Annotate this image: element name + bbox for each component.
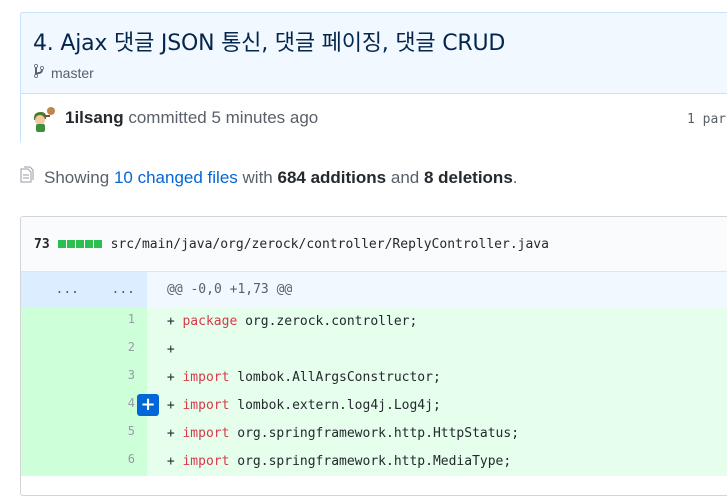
new-line-number[interactable]: 1 — [85, 308, 147, 336]
hunk-header-row: ... ... @@ -0,0 +1,73 @@ — [21, 272, 727, 308]
code-line: + import lombok.AllArgsConstructor; — [159, 370, 441, 385]
branch-link[interactable]: master — [51, 65, 94, 81]
expand-right[interactable]: ... — [85, 272, 147, 308]
author-link[interactable]: 1ilsang — [65, 108, 124, 127]
commit-title: 4. Ajax 댓글 JSON 통신, 댓글 페이징, 댓글 CRUD — [33, 31, 506, 56]
avatar[interactable] — [31, 106, 57, 132]
add-comment-button[interactable]: + — [137, 394, 159, 416]
diffstat-blocks — [57, 237, 103, 252]
hunk-header: @@ -0,0 +1,73 @@ — [167, 282, 293, 297]
old-line-number — [21, 392, 85, 420]
commit-time: committed 5 minutes ago — [128, 108, 319, 127]
new-line-number[interactable]: 6 — [85, 448, 147, 476]
diff-line: 6 + import org.springframework.http.Medi… — [21, 448, 727, 476]
deletions-count: 8 deletions — [423, 167, 513, 187]
commit-meta: 1ilsang committed 5 minutes ago 1 parent — [21, 93, 727, 146]
diff-summary: Showing 10 changed files with 684 additi… — [20, 166, 518, 189]
parent-info: 1 parent — [687, 112, 727, 127]
additions-count: 684 additions — [277, 167, 387, 187]
changed-files-link[interactable]: 10 changed files — [114, 168, 238, 187]
new-line-number[interactable]: 5 — [85, 420, 147, 448]
diff-line: 3 + import lombok.AllArgsConstructor; — [21, 364, 727, 392]
old-line-number — [21, 308, 85, 336]
branch-info: master — [33, 63, 94, 82]
commit-author-line: 1ilsang committed 5 minutes ago — [65, 108, 318, 128]
summary-text: Showing 10 changed files with 684 additi… — [44, 167, 518, 187]
old-line-number — [21, 364, 85, 392]
file-diff: 73 src/main/java/org/zerock/controller/R… — [20, 216, 727, 496]
diff-line: 2 + — [21, 336, 727, 364]
git-branch-icon — [33, 63, 45, 82]
code-line: + package org.zerock.controller; — [159, 314, 418, 329]
diffstat-count: 73 — [34, 236, 50, 252]
code-line: + — [159, 342, 183, 357]
commit-header: 4. Ajax 댓글 JSON 통신, 댓글 페이징, 댓글 CRUD mast… — [20, 12, 727, 146]
file-diff-icon[interactable] — [20, 166, 34, 189]
expand-left[interactable]: ... — [21, 272, 85, 308]
diff-line: 4 + + import lombok.extern.log4j.Log4j; — [21, 392, 727, 420]
old-line-number — [21, 448, 85, 476]
new-line-number[interactable]: 3 — [85, 364, 147, 392]
code-line: + import org.springframework.http.MediaT… — [159, 454, 512, 469]
file-path-link[interactable]: src/main/java/org/zerock/controller/Repl… — [111, 237, 549, 252]
diff-line: 1 + package org.zerock.controller; — [21, 308, 727, 336]
diff-line: 5 + import org.springframework.http.Http… — [21, 420, 727, 448]
old-line-number — [21, 336, 85, 364]
new-line-number[interactable]: 2 — [85, 336, 147, 364]
code-line: + import org.springframework.http.HttpSt… — [159, 426, 520, 441]
code-line: + import lombok.extern.log4j.Log4j; — [159, 398, 441, 413]
file-header: 73 src/main/java/org/zerock/controller/R… — [21, 217, 727, 272]
old-line-number — [21, 420, 85, 448]
